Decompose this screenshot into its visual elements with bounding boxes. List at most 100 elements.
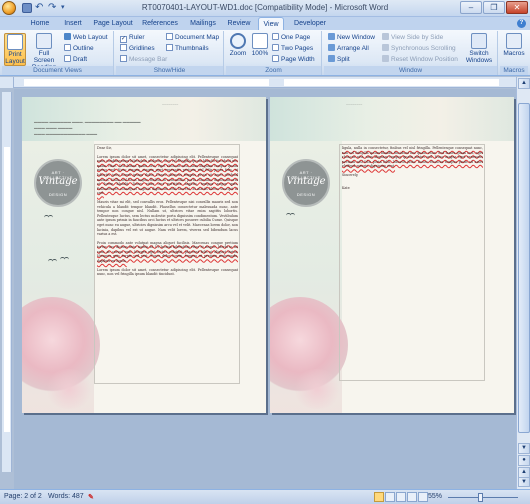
checkbox-checked-icon: ✓ (120, 36, 127, 43)
maximize-button[interactable]: ❐ (483, 1, 505, 14)
checkbox-unchecked-icon (120, 44, 127, 51)
page-width-button[interactable]: Page Width (272, 55, 315, 64)
vertical-scrollbar[interactable]: ▲ ▼ ● ▲ ▼ (516, 77, 530, 489)
salutation: Dear Sir, (97, 146, 112, 150)
switch-windows-button[interactable]: Switch Windows (462, 33, 496, 66)
side-by-side-icon (382, 33, 389, 40)
group-document-views: Print Layout Full Screen Reading Web Lay… (2, 31, 114, 75)
vintage-seal-logo: ART · COLLECTIVE Vintage DESIGN (34, 159, 82, 207)
ruler-corner[interactable] (0, 77, 14, 88)
closing: Sincerely, (342, 172, 359, 177)
group-macros: Macros Macros (500, 31, 528, 75)
next-page-icon[interactable]: ▼ (518, 477, 530, 487)
new-window-button[interactable]: New Window (328, 33, 375, 42)
title-bar: ↶ ↷ ▾ RT0070401-LAYOUT-WD1.doc [Compatib… (0, 0, 530, 17)
horizontal-ruler[interactable] (14, 77, 516, 88)
paragraph: Proin commodo ante volutpat magna alique… (97, 240, 238, 264)
macros-button[interactable]: Macros (502, 33, 526, 66)
document-page-1[interactable]: ~~~~~~~~ ▬▬▬▬ ▬▬▬▬▬▬ ▬▬▬, ▬▬▬▬▬▬▬▬ ▬▬ ▬▬… (22, 97, 266, 413)
group-label-show-hide: Show/Hide (116, 66, 223, 75)
one-page-button[interactable]: One Page (272, 33, 310, 42)
bird-icon (60, 257, 70, 262)
two-pages-button[interactable]: Two Pages (272, 44, 313, 53)
bird-icon (44, 215, 54, 220)
document-workspace[interactable]: ~~~~~~~~ ▬▬▬▬ ▬▬▬▬▬▬ ▬▬▬, ▬▬▬▬▬▬▬▬ ▬▬ ▬▬… (14, 89, 516, 489)
arrange-all-icon (328, 44, 335, 51)
synchronous-scrolling-button[interactable]: Synchronous Scrolling (382, 44, 456, 53)
arrange-all-button[interactable]: Arrange All (328, 44, 369, 53)
thumbnails-checkbox[interactable]: Thumbnails (166, 44, 209, 53)
split-button[interactable]: Split (328, 55, 350, 64)
outline-button[interactable]: Outline (64, 44, 94, 53)
page-100-icon (252, 33, 268, 49)
checkbox-unchecked-icon (166, 33, 173, 40)
zoom-slider[interactable] (448, 497, 518, 498)
tab-home[interactable]: Home (28, 17, 52, 30)
tab-developer[interactable]: Developer (290, 17, 330, 30)
zoom-level[interactable]: 55% (428, 493, 442, 500)
draft-button[interactable]: Draft (64, 55, 87, 64)
reset-window-position-button[interactable]: Reset Window Position (382, 55, 458, 64)
group-show-hide: ✓ Ruler Gridlines Message Bar Document Ma… (116, 31, 224, 75)
tab-references[interactable]: References (140, 17, 180, 30)
macros-icon (506, 33, 522, 49)
vertical-ruler[interactable] (2, 92, 12, 472)
web-layout-view-icon[interactable] (396, 492, 406, 502)
zoom-button[interactable]: Zoom (228, 33, 248, 66)
proofing-icon[interactable]: ✎ (88, 493, 94, 501)
print-layout-icon (7, 34, 23, 50)
minimize-button[interactable]: – (460, 1, 482, 14)
select-browse-object-icon[interactable]: ● (518, 455, 530, 466)
gridlines-checkbox[interactable]: Gridlines (120, 44, 155, 53)
group-window: New Window Arrange All Split View Side b… (324, 31, 498, 75)
two-pages-icon (272, 44, 279, 51)
letter-body[interactable]: Dear Sir, Lorem ipsum dolor sit amet, co… (97, 146, 238, 281)
print-layout-button[interactable]: Print Layout (4, 33, 26, 66)
ruler-checkbox[interactable]: ✓ Ruler (120, 33, 145, 43)
web-layout-button[interactable]: Web Layout (64, 33, 108, 42)
tab-view[interactable]: View (258, 17, 284, 30)
paragraph: Lorem ipsum dolor sit amet, consectetur … (97, 267, 238, 277)
full-screen-view-icon[interactable] (385, 492, 395, 502)
globe-icon (64, 33, 71, 40)
document-page-2[interactable]: ~~~~~~~~ ART · COLLECTIVE Vintage DESIGN… (270, 97, 514, 413)
one-page-icon (272, 33, 279, 40)
ribbon-tabs: Home Insert Page Layout References Maili… (0, 17, 530, 30)
view-side-by-side-button[interactable]: View Side by Side (382, 33, 443, 42)
page-count-status[interactable]: Page: 2 of 2 (4, 493, 42, 500)
help-icon[interactable]: ? (517, 19, 526, 28)
letter-body[interactable]: ligula, nulla in consectetur, finibus ve… (342, 146, 483, 194)
zoom-slider-thumb[interactable] (478, 493, 483, 502)
letterhead-address: ▬▬▬▬ ▬▬▬▬▬▬ ▬▬▬, ▬▬▬▬▬▬▬▬ ▬▬ ▬▬▬▬▬ ▬▬▬-▬… (34, 120, 141, 136)
scrollbar-thumb[interactable] (518, 103, 530, 433)
page-width-icon (272, 55, 279, 62)
group-label-document-views: Document Views (2, 66, 113, 75)
document-map-checkbox[interactable]: Document Map (166, 33, 219, 42)
outline-view-icon[interactable] (407, 492, 417, 502)
tab-page-layout[interactable]: Page Layout (92, 17, 134, 30)
window-controls: – ❐ ✕ (460, 1, 528, 14)
scroll-down-arrow-icon[interactable]: ▼ (518, 443, 530, 454)
zoom-100-button[interactable]: 100% (250, 33, 270, 66)
window-title: RT0070401-LAYOUT-WD1.doc [Compatibility … (141, 3, 389, 12)
ribbon: Print Layout Full Screen Reading Web Lay… (0, 30, 530, 76)
message-bar-checkbox[interactable]: Message Bar (120, 55, 167, 64)
tab-mailings[interactable]: Mailings (186, 17, 220, 30)
view-shortcuts (374, 492, 428, 502)
tab-review[interactable]: Review (225, 17, 253, 30)
checkbox-unchecked-icon (166, 44, 173, 51)
sync-scroll-icon (382, 44, 389, 51)
new-window-icon (328, 33, 335, 40)
signature: Kate (342, 185, 350, 190)
draft-icon (64, 55, 71, 62)
paragraph: Mauris vitae mi elit, sed convallis eros… (97, 199, 238, 237)
bird-icon (48, 259, 58, 264)
full-screen-reading-button[interactable]: Full Screen Reading (28, 33, 60, 71)
close-button[interactable]: ✕ (506, 1, 528, 14)
word-count-status[interactable]: Words: 487 (48, 493, 84, 500)
reset-position-icon (382, 55, 389, 62)
tab-insert[interactable]: Insert (60, 17, 86, 30)
print-layout-view-icon[interactable] (374, 492, 384, 502)
scroll-up-arrow-icon[interactable]: ▲ (518, 78, 530, 89)
draft-view-icon[interactable] (418, 492, 428, 502)
